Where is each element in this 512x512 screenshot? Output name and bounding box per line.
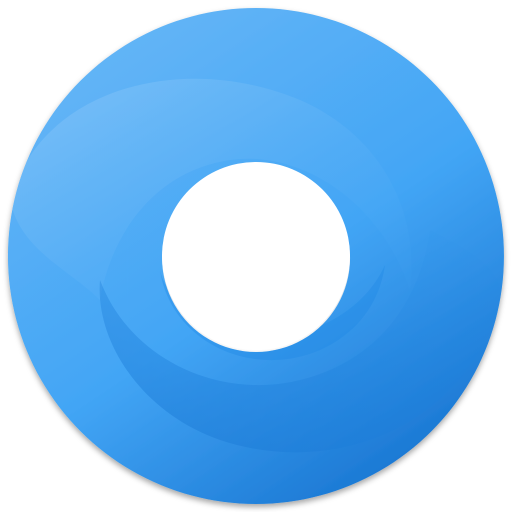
- ring-swirl-logo-icon: [7, 8, 504, 504]
- app-icon-canvas: [0, 0, 512, 512]
- center-hole: [162, 162, 350, 350]
